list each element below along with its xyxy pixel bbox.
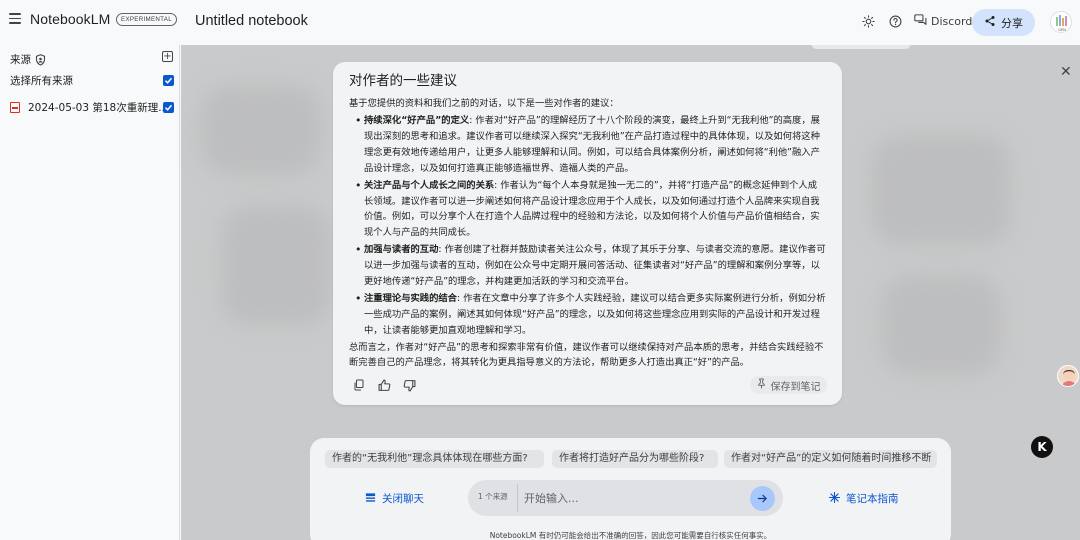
notebook-title[interactable]: Untitled notebook [195, 13, 308, 29]
chat-list-icon [365, 492, 376, 506]
divider [517, 484, 518, 512]
source-item-checkbox[interactable] [163, 102, 174, 113]
add-source-button[interactable]: + [162, 51, 173, 62]
floating-k-button[interactable]: K [1031, 436, 1053, 458]
blurred-background [871, 135, 1011, 245]
point-title: 加强与读者的互动 [364, 244, 439, 256]
source-count: 1 个来源 [478, 492, 508, 501]
select-all-label: 选择所有来源 [10, 75, 73, 87]
brand-name: NotebookLM [30, 11, 111, 27]
close-chat-label: 关闭聊天 [382, 493, 424, 505]
suggestion-list: 持续深化“好产品”的定义: 作者对“好产品”的理解经历了十八个阶段的演变，最终上… [349, 113, 826, 339]
pin-icon [757, 378, 766, 392]
point-title: 关注产品与个人成长之间的关系 [364, 179, 495, 191]
save-to-note-button[interactable]: 保存到笔记 [750, 376, 827, 394]
chat-input[interactable] [524, 489, 739, 507]
main-area: ✕ 对作者的一些建议 基于您提供的资料和我们之前的对话，以下是一些对作者的建议：… [181, 45, 1080, 540]
share-icon [984, 15, 996, 30]
blurred-background [221, 205, 331, 325]
close-chat-button[interactable]: 关闭聊天 [365, 491, 424, 506]
list-item: 关注产品与个人成长之间的关系: 作者认为“每个人本身就是独一无二的”，并将“打造… [355, 178, 826, 242]
save-to-note-label: 保存到笔记 [770, 381, 821, 393]
sources-sidebar: 来源 + 选择所有来源 2024-05-03 第18次重新理... [0, 45, 180, 540]
avatar-caption: GEN [1058, 28, 1066, 32]
thumbs-down-icon[interactable] [402, 378, 416, 392]
share-label: 分享 [1001, 16, 1023, 30]
menu-icon[interactable] [9, 13, 21, 24]
floating-avatar[interactable] [1057, 365, 1079, 387]
discord-label: Discord [931, 15, 973, 28]
close-icon[interactable]: ✕ [1060, 64, 1072, 80]
suggested-question[interactable]: 作者将打造好产品分为哪些阶段? [552, 450, 718, 468]
response-card: 对作者的一些建议 基于您提供的资料和我们之前的对话，以下是一些对作者的建议： 持… [333, 62, 842, 405]
account-avatar[interactable]: GEN [1050, 11, 1072, 33]
card-actions [352, 378, 416, 392]
previous-message-edge [811, 45, 911, 49]
point-title: 持续深化“好产品”的定义 [364, 115, 470, 126]
suggested-question[interactable]: 作者的“无我利他”理念具体体现在哪些方面? [325, 450, 544, 468]
discord-link[interactable]: Discord [914, 14, 972, 29]
source-item-label: 2024-05-03 第18次重新理... [28, 102, 169, 114]
arrow-right-icon [757, 493, 768, 504]
chat-input-box: 1 个来源 [468, 480, 783, 516]
card-title: 对作者的一些建议 [349, 73, 457, 89]
shield-icon[interactable] [35, 53, 46, 66]
source-item[interactable]: 2024-05-03 第18次重新理... [10, 100, 168, 115]
theme-sun-icon[interactable] [861, 14, 875, 28]
list-item: 持续深化“好产品”的定义: 作者对“好产品”的理解经历了十八个阶段的演变，最终上… [355, 113, 826, 177]
list-item: 注重理论与实践的结合: 作者在文章中分享了许多个人实践经验，建议可以结合更多实际… [355, 291, 826, 339]
pdf-icon [10, 102, 20, 113]
disclaimer: NotebookLM 有时仍可能会给出不准确的回答，因此您可能需要自行核实任何事… [489, 531, 772, 540]
sources-header: 来源 [10, 52, 46, 67]
copy-icon[interactable] [352, 378, 366, 392]
top-bar: NotebookLM EXPERIMENTAL Untitled noteboo… [0, 0, 1080, 45]
select-all-row: 选择所有来源 [10, 73, 73, 88]
blurred-background [201, 85, 321, 175]
select-all-checkbox[interactable] [163, 75, 174, 86]
experimental-badge: EXPERIMENTAL [116, 13, 177, 26]
send-button[interactable] [750, 486, 775, 511]
list-item: 加强与读者的互动: 作者创建了社群并鼓励读者关注公众号，体现了其乐于分享、与读者… [355, 242, 826, 290]
chat-panel: 作者的“无我利他”理念具体体现在哪些方面? 作者将打造好产品分为哪些阶段? 作者… [310, 438, 951, 540]
card-conclusion: 总而言之，作者对“好产品”的思考和探索非常有价值，建议作者可以继续保持对产品本质… [349, 341, 824, 369]
sources-label: 来源 [10, 54, 31, 66]
card-intro: 基于您提供的资料和我们之前的对话，以下是一些对作者的建议： [349, 98, 619, 109]
chat-bubbles-icon [914, 14, 927, 29]
point-title: 注重理论与实践的结合 [364, 292, 457, 304]
thumbs-up-icon[interactable] [377, 378, 391, 392]
suggested-question[interactable]: 作者对“好产品”的定义如何随着时间推移不断 [724, 450, 937, 468]
share-button[interactable]: 分享 [972, 9, 1035, 36]
help-icon[interactable] [888, 14, 902, 28]
notebook-guide-button[interactable]: 笔记本指南 [828, 491, 899, 506]
blurred-background [881, 275, 1001, 375]
sparkle-icon [828, 491, 841, 506]
notebook-guide-label: 笔记本指南 [846, 493, 899, 505]
